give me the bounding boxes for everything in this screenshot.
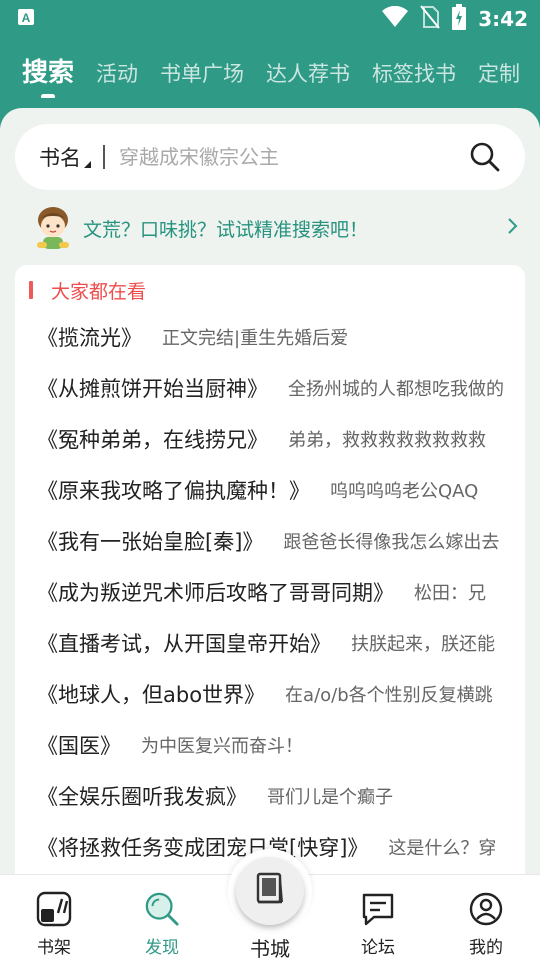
- nav-label: 论坛: [361, 938, 395, 958]
- book-description: 哥们儿是个癫子: [267, 786, 393, 808]
- banner-text: 文荒？口味挑？试试精准搜索吧！: [83, 218, 369, 241]
- tab-label: 定制: [478, 62, 521, 86]
- bottom-nav-bar: 书架 发现 书城 论坛 我的: [0, 849, 540, 960]
- dropdown-triangle-icon: [84, 161, 91, 168]
- main-content: 书名 文荒？口味挑？试试精准搜索吧！: [0, 108, 540, 885]
- battery-charging-icon: [452, 4, 467, 34]
- search-icon[interactable]: [465, 137, 505, 177]
- wifi-icon: [382, 5, 409, 32]
- tab-activities[interactable]: 活动: [96, 46, 138, 88]
- search-type-selector[interactable]: 书名: [39, 142, 91, 172]
- search-input[interactable]: [119, 145, 465, 169]
- book-title: 《原来我攻略了偏执魔种！》: [37, 478, 310, 503]
- section-title: 大家都在看: [51, 280, 147, 303]
- status-time: 3:42: [478, 7, 528, 31]
- tab-label: 标签找书: [372, 62, 457, 86]
- svg-text:A: A: [22, 11, 31, 25]
- popular-books-card: 大家都在看 《揽流光》 正文完结|重生先婚后爱 《从摊煎饼开始当厨神》 全扬州城的人…: [15, 265, 525, 885]
- book-list-item[interactable]: 《全娱乐圈听我发疯》 哥们儿是个癫子: [15, 770, 525, 821]
- search-bar: 书名: [15, 124, 525, 190]
- search-type-label: 书名: [39, 146, 81, 170]
- book-description: 呜呜呜呜老公QAQ: [330, 480, 479, 502]
- book-description: 正文完结|重生先婚后爱: [162, 327, 349, 349]
- tab-custom[interactable]: 定制: [478, 46, 520, 88]
- book-description: 这是什么？穿: [388, 837, 497, 859]
- book-title: 《全娱乐圈听我发疯》: [37, 784, 247, 809]
- book-list-item[interactable]: 《我有一张始皇脸[秦]》 跟爸爸长得像我怎么嫁出去: [15, 515, 525, 566]
- book-list-item[interactable]: 《原来我攻略了偏执魔种！》 呜呜呜呜老公QAQ: [15, 464, 525, 515]
- book-description: 在a/o/b各个性别反复横跳: [285, 684, 493, 706]
- section-marker: [29, 281, 33, 299]
- nav-bookshelf[interactable]: 书架: [0, 875, 108, 960]
- book-list-item[interactable]: 《揽流光》 正文完结|重生先婚后爱: [15, 311, 525, 362]
- nav-label: 书城: [250, 937, 290, 960]
- book-description: 跟爸爸长得像我怎么嫁出去: [283, 531, 500, 553]
- nav-discover[interactable]: 发现: [108, 875, 216, 960]
- tab-tag-search[interactable]: 标签找书: [372, 46, 456, 88]
- forum-chat-icon: [360, 891, 396, 927]
- tab-label: 活动: [96, 62, 139, 86]
- book-title: 《将拯救任务变成团宠日常[快穿]》: [37, 835, 369, 860]
- section-header: 大家都在看: [15, 265, 525, 311]
- app-notification-icon: A: [18, 9, 34, 29]
- book-list-item[interactable]: 《国医》 为中医复兴而奋斗！: [15, 719, 525, 770]
- discover-search-icon: [144, 891, 180, 927]
- book-title: 《直播考试，从开国皇帝开始》: [37, 631, 331, 656]
- no-sim-icon: [420, 5, 441, 33]
- tab-label: 达人荐书: [266, 62, 351, 86]
- tab-label: 书单广场: [160, 62, 245, 86]
- book-list-item[interactable]: 《冤种弟弟，在线捞兄》 弟弟，救救救救救救救救: [15, 413, 525, 464]
- nav-label: 我的: [469, 938, 503, 958]
- book-list-item[interactable]: 《从摊煎饼开始当厨神》 全扬州城的人都想吃我做的: [15, 362, 525, 413]
- chevron-right-icon: [507, 217, 519, 239]
- bookshelf-icon: [36, 891, 72, 927]
- book-description: 为中医复兴而奋斗！: [141, 735, 303, 757]
- book-title: 《国医》: [37, 733, 121, 758]
- profile-icon: [468, 891, 504, 927]
- book-title: 《地球人，但abo世界》: [37, 682, 266, 707]
- book-list-item[interactable]: 《地球人，但abo世界》 在a/o/b各个性别反复横跳: [15, 668, 525, 719]
- book-title: 《成为叛逆咒术师后攻略了哥哥同期》: [37, 580, 394, 605]
- book-list-item[interactable]: 《直播考试，从开国皇帝开始》 扶朕起来，朕还能: [15, 617, 525, 668]
- bookstore-icon: [255, 872, 285, 910]
- mascot-avatar-icon: [31, 204, 75, 252]
- book-description: 弟弟，救救救救救救救救: [288, 429, 486, 451]
- book-description: 全扬州城的人都想吃我做的: [288, 378, 504, 400]
- tab-expert-picks[interactable]: 达人荐书: [266, 46, 350, 88]
- book-title: 《冤种弟弟，在线捞兄》: [37, 427, 268, 452]
- book-list-item[interactable]: 《成为叛逆咒术师后攻略了哥哥同期》 松田：兄: [15, 566, 525, 617]
- nav-forum[interactable]: 论坛: [324, 875, 432, 960]
- search-divider: [103, 145, 105, 169]
- book-description: 扶朕起来，朕还能: [351, 633, 495, 655]
- book-description: 松田：兄: [414, 582, 486, 604]
- book-title: 《从摊煎饼开始当厨神》: [37, 376, 268, 401]
- tab-label: 搜索: [22, 58, 75, 88]
- nav-label: 发现: [145, 938, 179, 958]
- nav-profile[interactable]: 我的: [432, 875, 540, 960]
- active-tab-indicator: [41, 94, 55, 98]
- book-title: 《我有一张始皇脸[秦]》: [37, 529, 264, 554]
- top-tab-bar: 搜索 活动 书单广场 达人荐书 标签找书 定制: [0, 46, 540, 98]
- tab-search[interactable]: 搜索: [22, 46, 75, 98]
- book-title: 《揽流光》: [37, 325, 142, 350]
- status-bar: A 3:42: [0, 0, 540, 36]
- nav-bookstore[interactable]: [236, 857, 304, 925]
- nav-label: 书架: [37, 938, 71, 958]
- tab-booklist-plaza[interactable]: 书单广场: [160, 46, 244, 88]
- precise-search-banner[interactable]: 文荒？口味挑？试试精准搜索吧！: [15, 200, 525, 256]
